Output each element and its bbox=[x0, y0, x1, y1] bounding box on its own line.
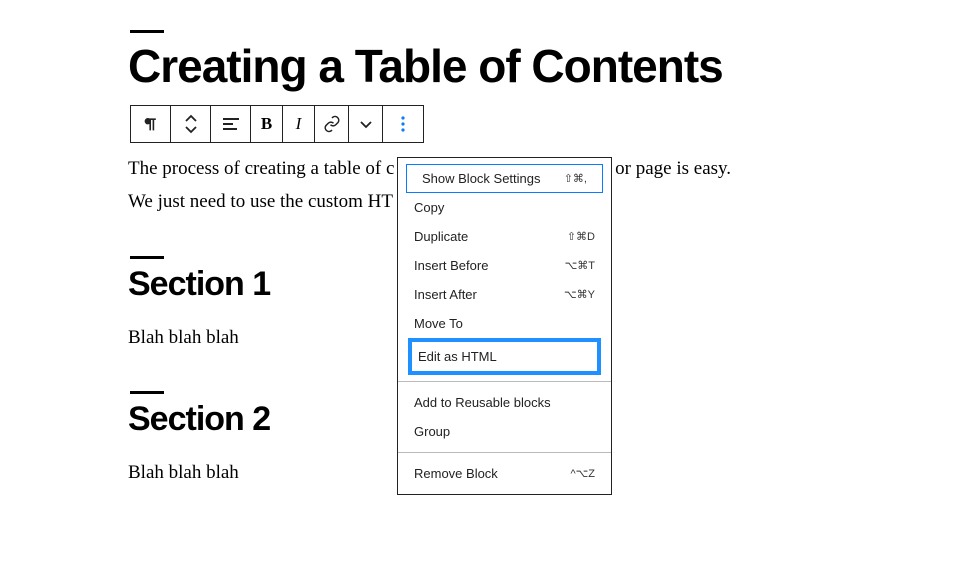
menu-shortcut: ^⌥Z bbox=[570, 467, 595, 480]
block-options-dropdown: Show Block Settings ⇧⌘, Copy Duplicate ⇧… bbox=[397, 157, 612, 495]
pilcrow-icon bbox=[143, 116, 159, 132]
menu-insert-before[interactable]: Insert Before ⌥⌘T bbox=[398, 251, 611, 280]
menu-show-block-settings[interactable]: Show Block Settings ⇧⌘, bbox=[406, 164, 603, 193]
menu-label: Add to Reusable blocks bbox=[414, 395, 551, 410]
menu-label: Move To bbox=[414, 316, 463, 331]
block-toolbar: B I bbox=[130, 105, 424, 143]
chevron-up-down-icon bbox=[184, 113, 198, 135]
menu-shortcut: ⌥⌘Y bbox=[564, 288, 595, 301]
page-title[interactable]: Creating a Table of Contents bbox=[128, 39, 974, 93]
paragraph-text-after: or page is easy. bbox=[610, 158, 731, 179]
menu-edit-as-html[interactable]: Edit as HTML bbox=[412, 342, 597, 371]
link-icon bbox=[323, 115, 341, 133]
menu-label: Group bbox=[414, 424, 450, 439]
menu-label: Show Block Settings bbox=[422, 171, 541, 186]
align-left-icon bbox=[223, 117, 239, 131]
section-1-rule bbox=[130, 256, 164, 259]
move-block-button[interactable] bbox=[171, 106, 211, 142]
link-button[interactable] bbox=[315, 106, 349, 142]
menu-label: Duplicate bbox=[414, 229, 468, 244]
menu-label: Copy bbox=[414, 200, 444, 215]
menu-edit-as-html-highlight: Edit as HTML bbox=[408, 338, 601, 375]
menu-move-to[interactable]: Move To bbox=[398, 309, 611, 338]
block-type-button[interactable] bbox=[131, 106, 171, 142]
menu-shortcut: ⌥⌘T bbox=[565, 259, 595, 272]
align-button[interactable] bbox=[211, 106, 251, 142]
menu-copy[interactable]: Copy bbox=[398, 193, 611, 222]
paragraph-text-before: The process of creating a table of c bbox=[128, 158, 394, 179]
menu-add-reusable[interactable]: Add to Reusable blocks bbox=[398, 388, 611, 417]
more-richtext-button[interactable] bbox=[349, 106, 383, 142]
menu-label: Insert After bbox=[414, 287, 477, 302]
title-rule bbox=[130, 30, 164, 33]
menu-insert-after[interactable]: Insert After ⌥⌘Y bbox=[398, 280, 611, 309]
bold-button[interactable]: B bbox=[251, 106, 283, 142]
menu-label: Edit as HTML bbox=[418, 349, 497, 364]
chevron-down-icon bbox=[360, 118, 372, 130]
section-2-rule bbox=[130, 391, 164, 394]
menu-label: Remove Block bbox=[414, 466, 498, 481]
menu-remove-block[interactable]: Remove Block ^⌥Z bbox=[398, 459, 611, 488]
more-vertical-icon bbox=[401, 116, 405, 132]
menu-shortcut: ⇧⌘, bbox=[564, 172, 587, 185]
block-options-button[interactable] bbox=[383, 106, 423, 142]
menu-label: Insert Before bbox=[414, 258, 488, 273]
menu-group[interactable]: Group bbox=[398, 417, 611, 446]
menu-shortcut: ⇧⌘D bbox=[567, 230, 595, 243]
italic-button[interactable]: I bbox=[283, 106, 315, 142]
menu-duplicate[interactable]: Duplicate ⇧⌘D bbox=[398, 222, 611, 251]
